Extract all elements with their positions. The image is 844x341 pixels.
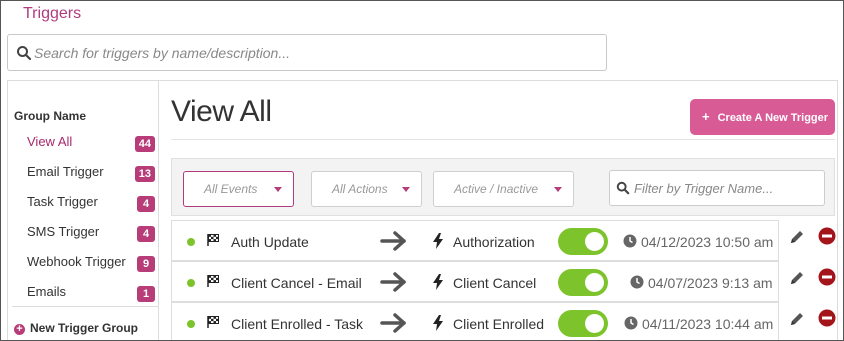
- minus-circle-icon[interactable]: [818, 227, 836, 245]
- sidebar-item-email-trigger[interactable]: Email Trigger 13: [8, 163, 158, 193]
- main-panel: View All + Create A New Trigger All Event…: [158, 80, 838, 340]
- minus-circle-icon[interactable]: [818, 268, 836, 286]
- search-input[interactable]: [34, 36, 594, 69]
- trigger-row[interactable]: Client Cancel - Email Client Cancel 04/0…: [171, 261, 779, 302]
- arrow-right-icon: [380, 272, 406, 292]
- title-divider: [171, 139, 835, 140]
- caret-down-icon: [554, 187, 562, 192]
- lightning-bolt-icon: [433, 274, 443, 290]
- new-trigger-group-label: New Trigger Group: [30, 321, 139, 335]
- create-trigger-label: Create A New Trigger: [717, 112, 829, 124]
- toggle-knob: [585, 273, 604, 292]
- trigger-row[interactable]: Auth Update Authorization 04/12/2023 10:…: [171, 220, 779, 261]
- checkered-flag-icon: [207, 316, 219, 328]
- sidebar-item-emails[interactable]: Emails 1: [8, 283, 158, 313]
- pencil-icon[interactable]: [789, 229, 805, 245]
- status-dot: [187, 279, 195, 287]
- page-header-title: Triggers: [23, 5, 82, 22]
- sidebar-item-label: Task Trigger: [27, 194, 98, 209]
- new-trigger-group-button[interactable]: + New Trigger Group: [14, 321, 138, 335]
- status-filter-value: Active / Inactive: [454, 182, 539, 196]
- trigger-date: 04/12/2023 10:50 am: [641, 234, 774, 250]
- checkered-flag-icon: [207, 234, 219, 246]
- trigger-name-filter-input[interactable]: [634, 172, 820, 204]
- actions-filter-value: All Actions: [332, 182, 388, 196]
- count-badge: 13: [134, 166, 155, 182]
- trigger-name-filter[interactable]: [609, 170, 825, 206]
- caret-down-icon: [274, 187, 282, 192]
- status-filter-dropdown[interactable]: Active / Inactive: [433, 171, 574, 207]
- sidebar-item-label: Email Trigger: [27, 164, 104, 179]
- trigger-row[interactable]: Client Enrolled - Task Client Enrolled 0…: [171, 302, 779, 340]
- trigger-date: 04/11/2023 10:44 am: [642, 316, 774, 332]
- create-trigger-button[interactable]: + Create A New Trigger: [690, 99, 835, 135]
- sidebar-divider: [12, 306, 158, 307]
- count-badge: 9: [137, 256, 155, 272]
- sidebar-item-label: SMS Trigger: [27, 224, 100, 239]
- sidebar-item-label: Emails: [27, 284, 67, 299]
- status-dot: [187, 238, 195, 246]
- trigger-name: Auth Update: [231, 234, 309, 250]
- sidebar-item-label: Webhook Trigger: [27, 254, 126, 269]
- page-title: View All: [171, 95, 272, 128]
- search-icon: [17, 46, 32, 61]
- count-badge: 4: [137, 196, 155, 212]
- group-name-heading: Group Name: [14, 109, 87, 123]
- pencil-icon[interactable]: [789, 270, 805, 286]
- toggle-knob: [585, 232, 604, 251]
- count-badge: 44: [134, 136, 155, 152]
- lightning-bolt-icon: [433, 233, 443, 249]
- search-icon: [616, 181, 630, 195]
- trigger-date: 04/07/2023 9:13 am: [648, 275, 773, 291]
- trigger-name: Client Enrolled - Task: [231, 316, 364, 332]
- sidebar-item-task-trigger[interactable]: Task Trigger 4: [8, 193, 158, 223]
- clock-icon: [630, 275, 644, 289]
- triggers-page: Triggers Group Name View All 44 Email Tr…: [0, 0, 844, 341]
- sidebar-item-sms-trigger[interactable]: SMS Trigger 4: [8, 223, 158, 253]
- plus-circle-icon: +: [14, 324, 25, 335]
- checkered-flag-icon: [207, 275, 219, 287]
- active-toggle[interactable]: [558, 269, 608, 296]
- arrow-right-icon: [380, 231, 406, 251]
- clock-icon: [623, 234, 637, 248]
- group-sidebar: Group Name View All 44 Email Trigger 13 …: [7, 80, 158, 340]
- pencil-icon[interactable]: [789, 311, 805, 327]
- trigger-event: Authorization: [453, 234, 535, 250]
- status-dot: [187, 320, 195, 328]
- events-filter-value: All Events: [204, 182, 258, 196]
- clock-icon: [624, 316, 638, 330]
- caret-down-icon: [402, 187, 410, 192]
- active-toggle[interactable]: [558, 310, 608, 337]
- filter-bar: All Events All Actions Active / Inactive: [171, 158, 835, 216]
- lightning-bolt-icon: [433, 315, 443, 331]
- count-badge: 4: [137, 226, 155, 242]
- trigger-event: Client Cancel: [453, 275, 537, 291]
- sidebar-item-webhook-trigger[interactable]: Webhook Trigger 9: [8, 253, 158, 283]
- minus-circle-icon[interactable]: [818, 309, 836, 327]
- sidebar-item-view-all[interactable]: View All 44: [8, 133, 158, 163]
- plus-icon: +: [702, 109, 710, 124]
- trigger-name: Client Cancel - Email: [231, 275, 362, 291]
- trigger-search-box[interactable]: [7, 34, 607, 71]
- arrow-right-icon: [380, 313, 406, 333]
- count-badge: 1: [137, 286, 155, 302]
- events-filter-dropdown[interactable]: All Events: [183, 171, 294, 207]
- active-toggle[interactable]: [558, 228, 608, 255]
- sidebar-item-label: View All: [27, 134, 73, 149]
- toggle-knob: [585, 314, 604, 333]
- actions-filter-dropdown[interactable]: All Actions: [311, 171, 422, 207]
- trigger-event: Client Enrolled: [453, 316, 545, 332]
